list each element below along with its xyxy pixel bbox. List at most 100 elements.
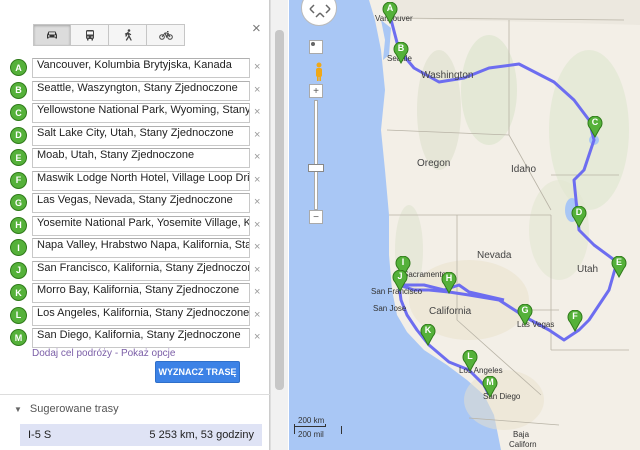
waypoint-row: A Vancouver, Kolumbia Brytyjska, Kanada … [10, 58, 270, 78]
remove-waypoint-icon[interactable]: × [254, 264, 260, 276]
waypoint-marker-icon[interactable]: A [10, 59, 27, 76]
map-label-baja: Baja [513, 430, 530, 439]
remove-waypoint-icon[interactable]: × [254, 151, 260, 163]
waypoint-input[interactable]: Maswik Lodge North Hotel, Village Loop D… [32, 170, 250, 191]
waypoint-row: B Seattle, Waszyngton, Stany Zjednoczone… [10, 80, 270, 101]
map-label-california-bottom: Californ [509, 440, 537, 449]
map-view[interactable]: Vancouver Seattle Washington Oregon Idah… [289, 0, 640, 450]
remove-waypoint-icon[interactable]: × [254, 331, 260, 343]
bicycle-mode-button[interactable] [147, 24, 185, 46]
map-pin-k[interactable]: K [420, 324, 436, 346]
remove-waypoint-icon[interactable]: × [254, 174, 260, 186]
car-icon [47, 31, 57, 39]
waypoint-marker-icon[interactable]: B [10, 81, 27, 99]
pin-letter: F [572, 311, 578, 321]
waypoint-marker-icon[interactable]: C [10, 104, 27, 121]
waypoint-input[interactable]: Yosemite National Park, Yosemite Village… [32, 215, 250, 236]
waypoint-row: K Morro Bay, Kalifornia, Stany Zjednoczo… [10, 283, 270, 303]
waypoint-input[interactable]: San Francisco, Kalifornia, Stany Zjednoc… [32, 260, 250, 281]
waypoint-row: F Maswik Lodge North Hotel, Village Loop… [10, 170, 270, 191]
panel-scrollbar[interactable] [270, 0, 288, 450]
map-pin-g[interactable]: G [517, 304, 533, 326]
map-label-idaho: Idaho [511, 164, 537, 175]
waypoint-row: G Las Vegas, Nevada, Stany Zjednoczone × [10, 193, 270, 213]
map-pin-c[interactable]: C [587, 116, 603, 138]
waypoint-marker-icon[interactable]: D [10, 126, 27, 144]
walk-icon [124, 29, 132, 41]
waypoint-input[interactable]: San Diego, Kalifornia, Stany Zjednoczone [32, 328, 250, 348]
show-options-link[interactable]: Pokaż opcje [121, 348, 175, 359]
collapse-triangle-icon: ▼ [14, 405, 22, 414]
route-option[interactable]: I-5 S 5 253 km, 53 godziny [20, 424, 262, 446]
waypoint-marker-icon[interactable]: L [10, 306, 27, 324]
get-directions-button[interactable]: WYZNACZ TRASĘ [155, 361, 240, 383]
map-label-oregon: Oregon [417, 158, 451, 169]
waypoint-marker-icon[interactable]: J [10, 261, 27, 279]
waypoint-input[interactable]: Seattle, Waszyngton, Stany Zjednoczone [32, 80, 250, 101]
route-name: I-5 S [28, 429, 52, 441]
map-pin-d[interactable]: D [571, 206, 587, 228]
divider [0, 394, 270, 395]
map-pin-h[interactable]: H [441, 272, 457, 294]
zoom-in-button[interactable]: + [309, 84, 323, 98]
map-pin-a[interactable]: A [382, 2, 398, 24]
map-label-nevada: Nevada [477, 250, 512, 261]
remove-waypoint-icon[interactable]: × [254, 241, 260, 253]
waypoint-marker-icon[interactable]: G [10, 194, 27, 211]
zoom-slider-track[interactable] [314, 100, 318, 210]
zoom-slider-thumb[interactable] [308, 164, 324, 172]
waypoint-marker-icon[interactable]: I [10, 239, 27, 256]
bicycle-icon [158, 31, 173, 40]
remove-waypoint-icon[interactable]: × [254, 129, 260, 141]
map-pin-b[interactable]: B [393, 42, 409, 64]
suggested-routes-header[interactable]: ▼ Sugerowane trasy [14, 403, 119, 415]
pan-control[interactable] [301, 0, 337, 26]
remove-waypoint-icon[interactable]: × [254, 286, 260, 298]
waypoint-marker-icon[interactable]: F [10, 171, 27, 189]
transit-mode-button[interactable] [71, 24, 109, 46]
map-pin-f[interactable]: F [567, 310, 583, 332]
waypoint-row: E Moab, Utah, Stany Zjednoczone × [10, 148, 270, 168]
bus-icon [85, 30, 94, 41]
waypoint-input[interactable]: Moab, Utah, Stany Zjednoczone [32, 148, 250, 168]
pin-letter: J [397, 271, 403, 281]
remove-waypoint-icon[interactable]: × [254, 106, 260, 118]
remove-waypoint-icon[interactable]: × [254, 61, 260, 73]
map-pin-e[interactable]: E [611, 256, 627, 278]
pin-letter: M [486, 377, 494, 387]
pin-letter: E [615, 257, 622, 267]
street-view-pegman-icon[interactable] [314, 62, 324, 82]
waypoint-row: H Yosemite National Park, Yosemite Villa… [10, 215, 270, 236]
scale-mi-label: 200 mil [298, 430, 324, 439]
map-pin-j[interactable]: J [392, 270, 408, 292]
waypoint-input[interactable]: Los Angeles, Kalifornia, Stany Zjednoczo… [32, 305, 250, 326]
waypoint-row: D Salt Lake City, Utah, Stany Zjednoczon… [10, 125, 270, 146]
remove-waypoint-icon[interactable]: × [254, 84, 260, 96]
zoom-dot-button[interactable] [309, 40, 323, 54]
waypoint-input[interactable]: Morro Bay, Kalifornia, Stany Zjednoczone [32, 283, 250, 303]
remove-waypoint-icon[interactable]: × [254, 309, 260, 321]
travel-mode-selector [33, 24, 185, 46]
add-destination-link[interactable]: Dodaj cel podróży [32, 348, 112, 359]
waypoint-marker-icon[interactable]: H [10, 216, 27, 234]
waypoint-input[interactable]: Napa Valley, Hrabstwo Napa, Kalifornia, … [32, 238, 250, 258]
remove-waypoint-icon[interactable]: × [254, 219, 260, 231]
pin-letter: K [424, 325, 432, 335]
waypoint-marker-icon[interactable]: E [10, 149, 27, 166]
zoom-out-button[interactable]: − [309, 210, 323, 224]
remove-waypoint-icon[interactable]: × [254, 196, 260, 208]
waypoint-input[interactable]: Salt Lake City, Utah, Stany Zjednoczone [32, 125, 250, 146]
scrollbar-thumb[interactable] [275, 30, 284, 390]
map-pin-m[interactable]: M [482, 376, 498, 398]
map-pin-l[interactable]: L [462, 350, 478, 372]
car-mode-button[interactable] [33, 24, 71, 46]
walking-mode-button[interactable] [109, 24, 147, 46]
waypoint-input[interactable]: Vancouver, Kolumbia Brytyjska, Kanada [32, 58, 250, 78]
close-icon[interactable]: × [252, 20, 261, 37]
waypoint-input[interactable]: Las Vegas, Nevada, Stany Zjednoczone [32, 193, 250, 213]
waypoint-marker-icon[interactable]: K [10, 284, 27, 301]
link-separator: - [112, 348, 121, 359]
pan-arrows-icon [309, 4, 331, 18]
waypoint-marker-icon[interactable]: M [10, 329, 27, 346]
waypoint-input[interactable]: Yellowstone National Park, Wyoming, Stan… [32, 103, 250, 123]
